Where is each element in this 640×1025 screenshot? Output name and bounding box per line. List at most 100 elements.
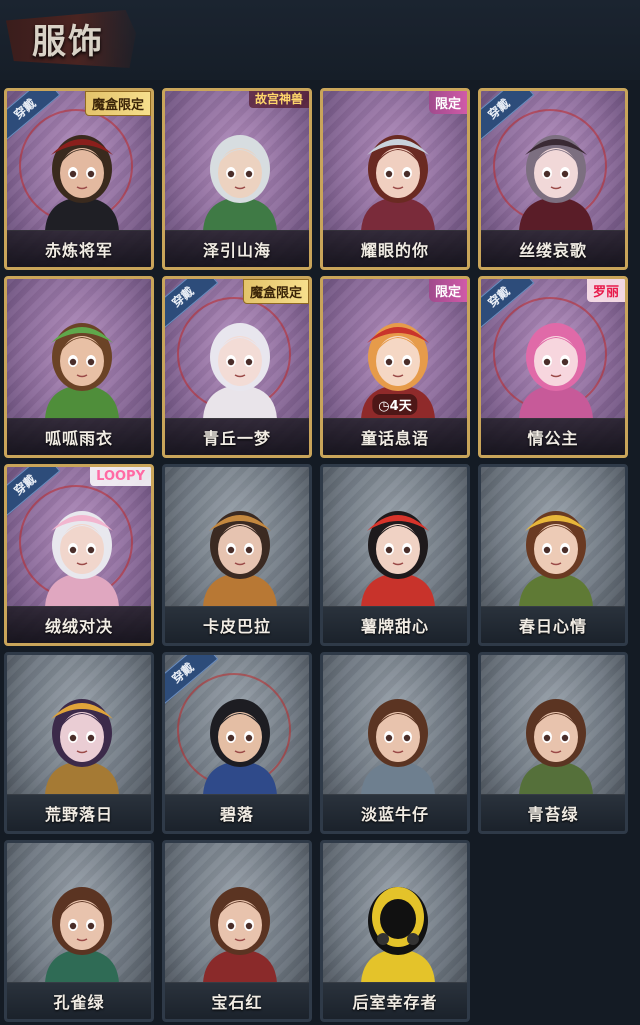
character-portrait — [203, 511, 277, 607]
character-portrait — [45, 887, 119, 983]
costume-name: 后室幸存者 — [352, 993, 438, 1012]
costume-card[interactable]: 限定 ◷4天 童话息语 — [320, 276, 470, 458]
nameplate: 青苔绿 — [481, 794, 625, 831]
pupil-right — [245, 922, 253, 930]
face-shape — [60, 524, 104, 574]
face-shape — [218, 148, 262, 198]
pupil-right — [245, 734, 253, 742]
character-portrait — [45, 135, 119, 231]
pupil-left — [69, 734, 77, 742]
costume-grid: 穿戴 魔盒限定 赤炼将军 故宫神兽 泽引山海 限定 耀眼的你 穿戴 丝缕哀歌 呱呱雨衣 穿戴 魔盒限定… — [4, 88, 636, 1023]
character-portrait — [361, 511, 435, 607]
costume-card[interactable]: 穿戴 魔盒限定 赤炼将军 — [4, 88, 154, 270]
nameplate: 荒野落日 — [7, 794, 151, 831]
costume-card[interactable]: 限定 耀眼的你 — [320, 88, 470, 270]
pupil-right — [87, 546, 95, 554]
corner-badge: LOOPY — [90, 467, 151, 486]
costume-card[interactable]: 青苔绿 — [478, 652, 628, 834]
face-shape — [376, 524, 420, 574]
pupil-right — [561, 170, 569, 178]
nameplate: 赤炼将军 — [7, 230, 151, 267]
pupil-left — [69, 170, 77, 178]
face-shape — [534, 336, 578, 386]
nameplate: 卡皮巴拉 — [165, 606, 309, 643]
time-remaining-badge: ◷4天 — [372, 394, 418, 415]
pupil-right — [561, 734, 569, 742]
corner-badge: 故宫神兽 — [248, 91, 309, 108]
nameplate: 呱呱雨衣 — [7, 418, 151, 455]
costume-card[interactable]: 卡皮巴拉 — [162, 464, 312, 646]
pupil-left — [543, 358, 551, 366]
costume-name: 淡蓝牛仔 — [360, 805, 429, 824]
character-portrait — [45, 511, 119, 607]
nameplate: 泽引山海 — [165, 230, 309, 267]
costume-card[interactable]: 呱呱雨衣 — [4, 276, 154, 458]
costume-card[interactable]: 淡蓝牛仔 — [320, 652, 470, 834]
pupil-left — [543, 734, 551, 742]
pupil-right — [245, 170, 253, 178]
nameplate: 青丘一梦 — [165, 418, 309, 455]
face-shape — [218, 524, 262, 574]
costume-name: 绒绒对决 — [44, 617, 113, 636]
character-portrait — [203, 323, 277, 419]
costume-card[interactable]: 孔雀绿 — [4, 840, 154, 1022]
face-shape — [218, 712, 262, 762]
nameplate: 绒绒对决 — [7, 606, 151, 643]
face-shape — [534, 524, 578, 574]
pupil-right — [403, 546, 411, 554]
costume-card[interactable]: 穿戴 丝缕哀歌 — [478, 88, 628, 270]
costume-card[interactable]: 宝石红 — [162, 840, 312, 1022]
pupil-right — [245, 358, 253, 366]
costume-card[interactable]: 穿戴 魔盒限定 青丘一梦 — [162, 276, 312, 458]
costume-card[interactable]: 故宫神兽泽引山海 — [162, 88, 312, 270]
pupil-right — [561, 546, 569, 554]
corner-badge: 魔盒限定 — [242, 279, 309, 304]
costume-name: 耀眼的你 — [360, 241, 429, 260]
face-shape — [376, 712, 420, 762]
face-shape — [60, 900, 104, 950]
costume-name: 碧落 — [219, 805, 254, 824]
costume-card[interactable]: 穿戴 LOOPY 绒绒对决 — [4, 464, 154, 646]
nameplate: 碧落 — [165, 794, 309, 831]
pupil-right — [403, 358, 411, 366]
corner-badge: 罗丽 — [586, 279, 625, 302]
pupil-left — [385, 358, 393, 366]
pupil-left — [385, 170, 393, 178]
character-portrait — [519, 323, 593, 419]
pupil-left — [69, 358, 77, 366]
pupil-right — [245, 546, 253, 554]
face-shape — [60, 712, 104, 762]
costume-name: 情公主 — [527, 429, 579, 448]
face-shape — [376, 336, 420, 386]
costume-name: 春日心情 — [518, 617, 587, 636]
costume-card[interactable]: 穿戴 碧落 — [162, 652, 312, 834]
pupil-left — [227, 170, 235, 178]
costume-name: 赤炼将军 — [44, 241, 113, 260]
face-shape — [218, 900, 262, 950]
costume-card[interactable]: 薯牌甜心 — [320, 464, 470, 646]
pupil-left — [69, 922, 77, 930]
pupil-left — [69, 546, 77, 554]
nameplate: 淡蓝牛仔 — [323, 794, 467, 831]
nameplate: 薯牌甜心 — [323, 606, 467, 643]
face-shape — [534, 148, 578, 198]
costume-card[interactable]: 荒野落日 — [4, 652, 154, 834]
face-shape — [60, 148, 104, 198]
character-portrait — [45, 323, 119, 419]
pupil-left — [385, 546, 393, 554]
character-portrait — [203, 699, 277, 795]
nameplate: 耀眼的你 — [323, 230, 467, 267]
filter-right — [407, 933, 419, 945]
costume-card[interactable]: 后室幸存者 — [320, 840, 470, 1022]
pupil-right — [87, 734, 95, 742]
pupil-left — [227, 546, 235, 554]
nameplate: 宝石红 — [165, 982, 309, 1019]
character-portrait — [45, 699, 119, 795]
nameplate: 丝缕哀歌 — [481, 230, 625, 267]
costume-card[interactable]: 春日心情 — [478, 464, 628, 646]
visor-shape — [380, 899, 416, 939]
costume-name: 童话息语 — [360, 429, 429, 448]
face-shape — [376, 148, 420, 198]
pupil-left — [543, 546, 551, 554]
costume-card[interactable]: 穿戴 罗丽 情公主 — [478, 276, 628, 458]
